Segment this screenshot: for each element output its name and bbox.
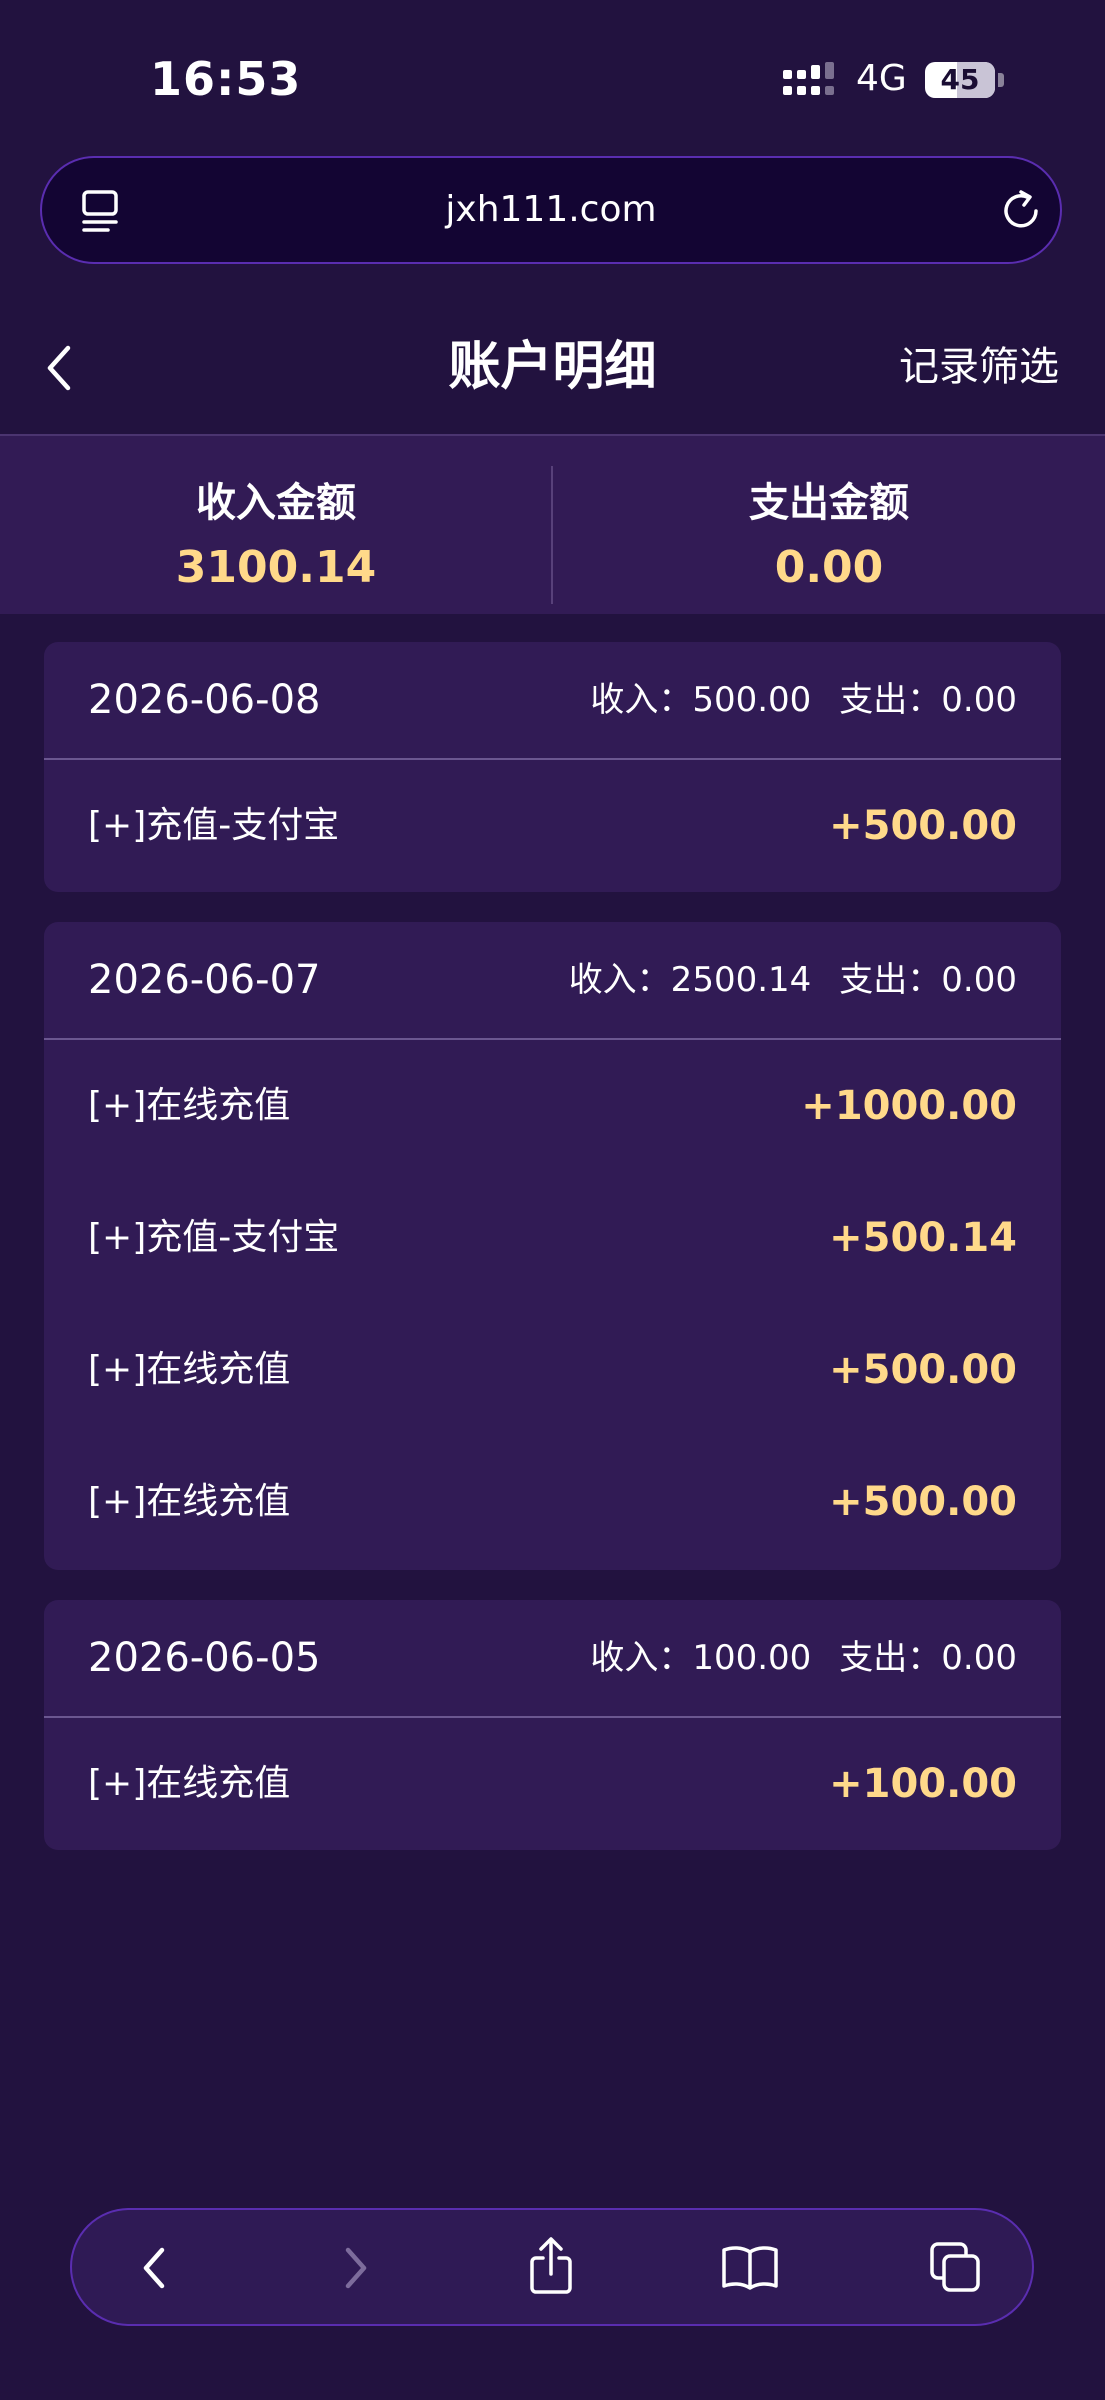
filter-button[interactable]: 记录筛选 — [899, 300, 1059, 434]
battery-cap — [998, 73, 1004, 87]
bookmarks-icon[interactable] — [720, 2244, 780, 2292]
day-totals: 收入：100.00 支出：0.00 — [562, 1600, 1017, 1716]
transaction-label: [+]在线充值 — [88, 1763, 291, 1804]
transaction-row[interactable]: [+]在线充值 +500.00 — [44, 1304, 1061, 1436]
day-expense: 支出：0.00 — [839, 960, 1017, 1000]
transaction-amount: +500.00 — [829, 803, 1017, 849]
day-expense: 支出：0.00 — [839, 680, 1017, 720]
transaction-amount: +100.00 — [829, 1761, 1017, 1807]
day-income: 收入：500.00 — [590, 680, 812, 720]
day-card-header: 2026-06-07 收入：2500.14 支出：0.00 — [44, 922, 1061, 1040]
transaction-row[interactable]: [+]充值-支付宝 +500.14 — [44, 1172, 1061, 1304]
day-card-header: 2026-06-08 收入：500.00 支出：0.00 — [44, 642, 1061, 760]
network-type: 4G — [856, 58, 907, 99]
signal-icon — [783, 62, 834, 95]
transaction-row[interactable]: [+]充值-支付宝 +500.00 — [44, 760, 1061, 892]
day-income: 收入：100.00 — [590, 1638, 812, 1678]
income-value: 3100.14 — [175, 542, 377, 593]
expense-value: 0.00 — [774, 542, 884, 593]
day-totals: 收入：2500.14 支出：0.00 — [541, 922, 1017, 1038]
day-date: 2026-06-05 — [88, 1635, 321, 1681]
transaction-amount: +500.00 — [829, 1479, 1017, 1525]
day-card: 2026-06-05 收入：100.00 支出：0.00 [+]在线充值 +100… — [44, 1600, 1061, 1850]
forward-arrow-icon[interactable] — [338, 2244, 374, 2292]
page-header: 账户明细 记录筛选 — [0, 300, 1105, 434]
url-text[interactable]: jxh111.com — [42, 158, 1060, 262]
expense-label: 支出金额 — [749, 480, 909, 526]
status-bar: 16:53 4G 45 — [0, 0, 1105, 150]
transaction-label: [+]充值-支付宝 — [88, 805, 340, 846]
day-expense: 支出：0.00 — [839, 1638, 1017, 1678]
day-date: 2026-06-07 — [88, 957, 321, 1003]
day-income: 收入：2500.14 — [568, 960, 812, 1000]
url-bar[interactable]: jxh111.com — [40, 156, 1062, 264]
transaction-label: [+]在线充值 — [88, 1085, 291, 1126]
battery-level: 45 — [940, 63, 980, 96]
reload-icon[interactable] — [998, 188, 1044, 234]
income-label: 收入金额 — [196, 480, 356, 526]
transaction-row[interactable]: [+]在线充值 +100.00 — [44, 1718, 1061, 1850]
day-card: 2026-06-08 收入：500.00 支出：0.00 [+]充值-支付宝 +5… — [44, 642, 1061, 892]
transaction-amount: +500.00 — [829, 1347, 1017, 1393]
transaction-label: [+]在线充值 — [88, 1481, 291, 1522]
transaction-amount: +500.14 — [829, 1215, 1017, 1261]
tabs-icon[interactable] — [928, 2240, 984, 2296]
day-card: 2026-06-07 收入：2500.14 支出：0.00 [+]在线充值 +10… — [44, 922, 1061, 1570]
transaction-row[interactable]: [+]在线充值 +500.00 — [44, 1436, 1061, 1568]
expense-summary: 支出金额 0.00 — [553, 436, 1105, 614]
day-date: 2026-06-08 — [88, 677, 321, 723]
battery-icon: 45 — [925, 62, 995, 98]
income-summary: 收入金额 3100.14 — [0, 436, 552, 614]
transaction-label: [+]充值-支付宝 — [88, 1217, 340, 1258]
back-arrow-icon[interactable] — [136, 2244, 172, 2292]
transaction-row[interactable]: [+]在线充值 +1000.00 — [44, 1040, 1061, 1172]
summary-panel: 收入金额 3100.14 支出金额 0.00 — [0, 434, 1105, 614]
transaction-amount: +1000.00 — [801, 1083, 1017, 1129]
status-time: 16:53 — [150, 52, 302, 106]
day-totals: 收入：500.00 支出：0.00 — [562, 642, 1017, 758]
day-card-header: 2026-06-05 收入：100.00 支出：0.00 — [44, 1600, 1061, 1718]
share-icon[interactable] — [526, 2236, 576, 2296]
transaction-label: [+]在线充值 — [88, 1349, 291, 1390]
browser-toolbar — [70, 2208, 1034, 2326]
